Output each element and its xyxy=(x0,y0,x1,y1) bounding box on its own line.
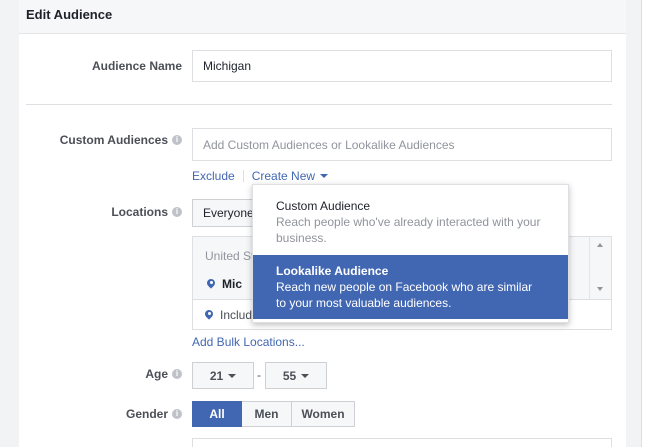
info-icon[interactable]: i xyxy=(172,207,182,217)
add-bulk-locations-link[interactable]: Add Bulk Locations... xyxy=(192,335,305,349)
locations-label-text: Locations xyxy=(111,205,168,219)
panel-title: Edit Audience xyxy=(26,7,113,22)
scroll-down-icon[interactable] xyxy=(597,287,603,291)
custom-audience-option-desc-1: Reach people who've already interacted w… xyxy=(276,215,541,229)
audience-name-value: Michigan xyxy=(203,59,252,73)
info-icon[interactable]: i xyxy=(172,409,182,419)
include-select: Includ xyxy=(220,307,253,322)
age-max-value: 55 xyxy=(282,368,297,383)
custom-audience-option-title: Custom Audience xyxy=(276,199,371,213)
custom-audiences-label: Custom Audiences i xyxy=(60,133,182,147)
age-label: Age i xyxy=(145,367,182,381)
audience-name-input[interactable]: Michigan xyxy=(192,50,612,82)
lookalike-audience-option-desc-1: Reach new people on Facebook who are sim… xyxy=(276,280,533,294)
right-scroll-strip xyxy=(641,0,661,447)
create-new-dropdown: Custom Audience Reach people who've alre… xyxy=(252,184,569,323)
chevron-down-icon xyxy=(228,373,237,378)
custom-audiences-input[interactable]: Add Custom Audiences or Lookalike Audien… xyxy=(192,128,612,161)
age-separator: - xyxy=(257,368,261,382)
location-pin-icon xyxy=(207,279,215,289)
location-pin-icon xyxy=(205,310,213,320)
custom-audience-option-desc-2: business. xyxy=(276,231,327,245)
audience-name-label-text: Audience Name xyxy=(91,59,182,73)
age-min-select[interactable]: 21 xyxy=(192,362,254,389)
location-item[interactable]: Mic xyxy=(207,277,242,291)
age-label-text: Age xyxy=(145,367,168,381)
locations-label: Locations i xyxy=(111,205,182,219)
gender-option-all-label: All xyxy=(209,407,225,421)
gender-option-all[interactable]: All xyxy=(192,401,242,427)
lookalike-audience-option-desc-2: to your most valuable audiences. xyxy=(276,296,452,310)
gender-option-women-label: Women xyxy=(301,407,345,421)
audience-name-label: Audience Name xyxy=(92,59,182,73)
country-label: United St xyxy=(205,249,255,263)
custom-audiences-placeholder: Add Custom Audiences or Lookalike Audien… xyxy=(203,137,455,152)
locations-type-value: Everyone xyxy=(203,206,254,220)
info-icon[interactable]: i xyxy=(172,369,182,379)
age-min-value: 21 xyxy=(209,368,224,383)
exclude-link[interactable]: Exclude xyxy=(192,169,235,183)
chevron-down-icon xyxy=(320,174,329,178)
chevron-down-icon xyxy=(301,373,310,378)
section-divider xyxy=(26,104,612,105)
next-field-input[interactable] xyxy=(192,438,612,447)
gender-option-men[interactable]: Men xyxy=(242,401,292,427)
custom-audiences-label-text: Custom Audiences xyxy=(59,133,168,147)
custom-audiences-actions: Exclude Create New xyxy=(192,169,329,183)
gender-label: Gender i xyxy=(126,407,182,421)
gender-label-text: Gender xyxy=(125,407,168,421)
age-max-select[interactable]: 55 xyxy=(265,362,327,389)
gender-option-women[interactable]: Women xyxy=(292,401,355,427)
action-separator xyxy=(242,170,244,182)
create-new-label: Create New xyxy=(251,169,316,183)
gender-option-men-label: Men xyxy=(254,407,279,421)
lookalike-audience-option-title: Lookalike Audience xyxy=(276,264,389,278)
locations-scrollbar[interactable] xyxy=(589,237,611,299)
scroll-up-icon[interactable] xyxy=(597,243,603,247)
info-icon[interactable]: i xyxy=(172,135,182,145)
panel-header: Edit Audience xyxy=(19,0,626,34)
custom-audience-option[interactable]: Custom Audience Reach people who've alre… xyxy=(253,199,568,255)
create-new-link[interactable]: Create New xyxy=(251,169,329,183)
lookalike-audience-option[interactable]: Lookalike Audience Reach new people on F… xyxy=(253,255,568,319)
location-item-label: Mic xyxy=(222,277,243,291)
